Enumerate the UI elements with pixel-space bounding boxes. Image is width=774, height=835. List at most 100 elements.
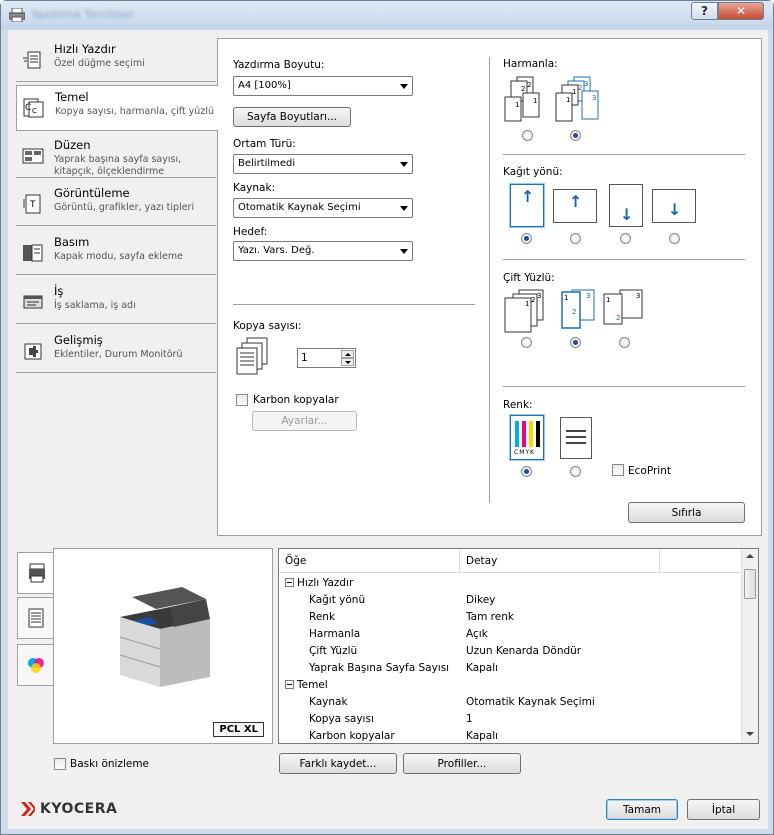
collate-on-radio[interactable] <box>570 130 581 141</box>
duplex-off-radio[interactable] <box>521 337 532 348</box>
list-item[interactable]: Kopya sayısı 1 <box>279 711 742 728</box>
brand-name: KYOCERA <box>40 801 118 817</box>
kyocera-logo: KYOCERA <box>20 801 117 817</box>
svg-text:C: C <box>32 107 37 115</box>
vertical-scrollbar[interactable] <box>741 549 758 743</box>
print-preview-checkbox[interactable] <box>54 758 66 770</box>
nav-item-layout[interactable]: Düzen Yaprak başına sayfa sayısı, kitapç… <box>16 134 216 178</box>
nav-title: Basım <box>54 235 90 249</box>
svg-text:3: 3 <box>586 292 590 300</box>
list-item[interactable]: Karbon kopyalar Kapalı <box>279 728 742 743</box>
orientation-landscape-rotated-option[interactable]: ↓ <box>652 189 696 223</box>
carbon-settings-button[interactable]: Ayarlar... <box>252 411 357 431</box>
svg-text:2: 2 <box>527 81 531 89</box>
ok-button[interactable]: Tamam <box>606 799 678 820</box>
save-as-button[interactable]: Farklı kaydet... <box>279 753 397 774</box>
list-item[interactable]: Kağıt yönü Dikey <box>279 592 742 609</box>
orientation-landscape-radio[interactable] <box>570 233 581 244</box>
profiles-button[interactable]: Profiller... <box>403 753 521 774</box>
scroll-thumb[interactable] <box>744 569 756 599</box>
close-button[interactable]: ✕ <box>718 2 764 20</box>
copies-label: Kopya sayısı: <box>233 320 302 332</box>
printer-preview: PCL XL <box>53 548 273 744</box>
nav-item-imaging[interactable]: T Görüntüleme Görüntü, grafikler, yazı t… <box>16 182 216 226</box>
chevron-down-icon <box>400 249 408 254</box>
destination-value: Yazı. Vars. Değ. <box>238 245 315 256</box>
category-nav: Hızlı Yazdır Özel düğme seçimi CC Temel … <box>16 38 218 376</box>
nav-item-quick-print[interactable]: Hızlı Yazdır Özel düğme seçimi <box>16 38 216 82</box>
scroll-down-icon[interactable] <box>746 732 754 736</box>
color-full-option[interactable]: CMYK <box>510 415 544 460</box>
orientation-landscape-option[interactable]: ↑ <box>553 189 597 223</box>
column-header-detail[interactable]: Detay <box>460 549 660 573</box>
nav-subtitle: Yaprak başına sayfa sayısı, kitapçık, öl… <box>54 154 182 177</box>
collapse-icon[interactable] <box>285 680 294 689</box>
chevron-up-icon <box>345 353 351 356</box>
list-header: Öğe Detay <box>279 549 742 573</box>
orientation-portrait-option[interactable]: ↑ <box>510 184 544 227</box>
nav-title: Gelişmiş <box>54 333 103 347</box>
color-tab[interactable] <box>17 644 54 686</box>
color-full-radio[interactable] <box>521 466 532 477</box>
arrow-down-icon: ↓ <box>620 205 634 224</box>
color-monochrome-option[interactable] <box>560 417 592 459</box>
printer-tab[interactable] <box>17 552 55 594</box>
orientation-portrait-radio[interactable] <box>521 233 532 244</box>
svg-text:1: 1 <box>525 300 529 308</box>
chevron-down-icon <box>400 206 408 211</box>
reset-button[interactable]: Sıfırla <box>628 502 745 523</box>
quick-print-icon <box>22 50 44 70</box>
orientation-portrait-rotated-radio[interactable] <box>620 233 631 244</box>
copies-icon <box>236 337 268 375</box>
list-item[interactable]: Yaprak Başına Sayfa Sayısı Kapalı <box>279 660 742 677</box>
duplex-long-edge-radio[interactable] <box>570 337 581 348</box>
page-sizes-button[interactable]: Sayfa Boyutları... <box>233 107 351 127</box>
nav-item-basic[interactable]: CC Temel Kopya sayısı, harmanla, çift yü… <box>16 85 218 131</box>
nav-item-job[interactable]: İş İş saklama, iş adı <box>16 280 216 324</box>
nav-title: Hızlı Yazdır <box>54 42 116 56</box>
list-item[interactable]: Çift Yüzlü Uzun Kenarda Döndür <box>279 643 742 660</box>
nav-item-advanced[interactable]: Gelişmiş Eklentiler, Durum Monitörü <box>16 329 216 373</box>
help-button[interactable]: ? <box>691 2 718 20</box>
print-size-select[interactable]: A4 [100%] <box>233 76 413 96</box>
list-item[interactable]: Renk Tam renk <box>279 609 742 626</box>
svg-text:2: 2 <box>531 296 535 304</box>
list-item[interactable]: Kaynak Otomatik Kaynak Seçimi <box>279 694 742 711</box>
column-header-item[interactable]: Öğe <box>279 549 460 573</box>
job-icon <box>22 292 44 312</box>
tree-group-row[interactable]: Temel <box>279 677 742 694</box>
ecoprint-checkbox[interactable] <box>612 464 624 476</box>
source-value: Otomatik Kaynak Seçimi <box>238 202 361 213</box>
tree-group-row[interactable]: Hızlı Yazdır <box>279 575 742 592</box>
carbon-copies-checkbox[interactable] <box>236 394 248 406</box>
media-type-select[interactable]: Belirtilmedi <box>233 154 413 174</box>
svg-text:3: 3 <box>592 94 596 102</box>
collapse-icon[interactable] <box>285 578 294 587</box>
spin-down-button[interactable] <box>341 358 354 366</box>
svg-text:1: 1 <box>606 296 610 304</box>
spin-up-button[interactable] <box>341 350 354 358</box>
nav-subtitle: Özel düğme seçimi <box>54 58 145 69</box>
nav-subtitle: Kopya sayısı, harmanla, çift yüzlü <box>55 106 214 117</box>
destination-label: Hedef: <box>233 226 268 238</box>
nav-item-publishing[interactable]: Basım Kapak modu, sayfa ekleme <box>16 231 216 275</box>
collate-off-icon: 2 2 1 1 <box>504 76 540 122</box>
settings-summary-list: Öğe Detay Hızlı Yazdır Kağıt yönü Dikey … <box>278 548 759 744</box>
copies-stepper[interactable]: 1 <box>297 348 356 368</box>
orientation-portrait-rotated-option[interactable]: ↓ <box>609 184 643 227</box>
source-select[interactable]: Otomatik Kaynak Seçimi <box>233 198 413 218</box>
color-label: Renk: <box>503 399 533 411</box>
cancel-button[interactable]: İptal <box>687 799 760 820</box>
list-item[interactable]: Harmanla Açık <box>279 626 742 643</box>
scroll-up-icon[interactable] <box>746 554 754 558</box>
duplex-short-edge-radio[interactable] <box>619 337 630 348</box>
document-tab[interactable] <box>17 597 54 639</box>
orientation-landscape-rotated-radio[interactable] <box>669 233 680 244</box>
destination-select[interactable]: Yazı. Vars. Değ. <box>233 241 413 261</box>
color-monochrome-radio[interactable] <box>570 466 581 477</box>
svg-text:3: 3 <box>537 292 541 300</box>
media-type-value: Belirtilmedi <box>238 158 296 169</box>
collate-off-radio[interactable] <box>522 130 533 141</box>
media-type-label: Ortam Türü: <box>233 138 296 150</box>
copies-value: 1 <box>301 352 308 364</box>
